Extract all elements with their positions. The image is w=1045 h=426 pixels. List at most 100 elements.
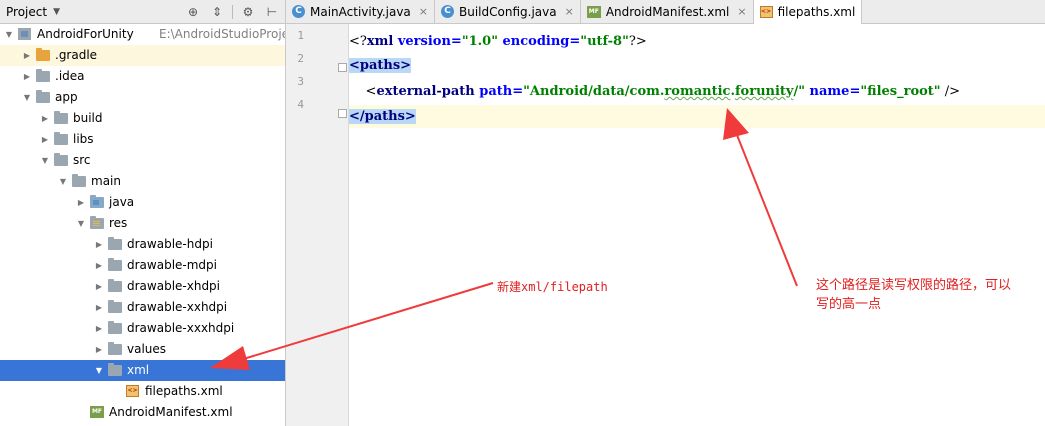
project-panel: Project ▼ ⊕ ⇕ ⚙ ⊢ ▼ AndroidForUnity E:\And… [0, 0, 286, 426]
tree-item-label: filepaths.xml [145, 384, 223, 398]
tree-item-gradle[interactable]: ▶ .gradle [0, 45, 285, 66]
tab-filepaths[interactable]: <> filepaths.xml [753, 0, 863, 24]
tree-item-label: xml [127, 363, 150, 377]
close-icon[interactable]: × [565, 5, 574, 18]
tree-item-label: AndroidForUnity [37, 27, 134, 41]
code-editor[interactable]: <?xml version="1.0" encoding="utf-8"?> <… [349, 24, 1045, 426]
close-icon[interactable]: × [737, 5, 746, 18]
expand-right-icon[interactable]: ▶ [94, 255, 104, 276]
expand-right-icon[interactable]: ▶ [22, 66, 32, 87]
tree-item-label: .gradle [55, 48, 98, 62]
line-number: 4 [297, 98, 304, 111]
tree-item-java[interactable]: ▶ java [0, 192, 285, 213]
folder-icon [108, 342, 122, 355]
code-token: <? [349, 34, 367, 49]
manifest-icon: MF [586, 5, 601, 18]
project-header: Project ▼ ⊕ ⇕ ⚙ ⊢ [0, 0, 285, 24]
gear-icon[interactable]: ⚙ [239, 3, 257, 21]
code-token: "Android/data/com. [523, 84, 665, 99]
tree-item-drawable-hdpi[interactable]: ▶ drawable-hdpi [0, 234, 285, 255]
tab-label: AndroidManifest.xml [605, 4, 730, 19]
tab-androidmanifest[interactable]: MF AndroidManifest.xml × [581, 0, 754, 23]
tree-item-values[interactable]: ▶ values [0, 339, 285, 360]
collapse-all-icon[interactable]: ⇕ [208, 3, 226, 21]
tree-item-label: drawable-mdpi [127, 258, 217, 272]
tree-item-filepaths-xml[interactable]: <> filepaths.xml [0, 381, 285, 402]
code-token: "files_root" [860, 84, 941, 99]
tab-mainactivity[interactable]: C MainActivity.java × [286, 0, 435, 23]
line-number: 3 [297, 75, 304, 88]
code-token: romantic [664, 84, 731, 99]
close-icon[interactable]: × [419, 5, 428, 18]
tree-item-label: AndroidManifest.xml [109, 405, 233, 419]
expand-right-icon[interactable]: ▶ [94, 234, 104, 255]
tree-item-label: .idea [55, 69, 85, 83]
code-token: forunity [734, 84, 794, 99]
expand-down-icon[interactable]: ▼ [4, 24, 14, 45]
expand-down-icon[interactable]: ▼ [22, 87, 32, 108]
expand-down-icon[interactable]: ▼ [58, 171, 68, 192]
fold-marker-icon[interactable] [338, 109, 347, 118]
code-line-2: <paths> [349, 54, 1045, 77]
tab-buildconfig[interactable]: C BuildConfig.java × [435, 0, 581, 23]
folder-icon [54, 111, 68, 124]
tab-label: BuildConfig.java [459, 4, 557, 19]
editor-tab-bar: C MainActivity.java × C BuildConfig.java… [286, 0, 1045, 24]
tree-item-drawable-xxhdpi[interactable]: ▶ drawable-xxhdpi [0, 297, 285, 318]
expand-right-icon[interactable]: ▶ [94, 339, 104, 360]
code-token: ?> [628, 34, 647, 49]
expand-down-icon[interactable]: ▼ [94, 360, 104, 381]
expand-right-icon[interactable]: ▶ [94, 318, 104, 339]
tree-item-build[interactable]: ▶ build [0, 108, 285, 129]
expand-right-icon[interactable]: ▶ [94, 297, 104, 318]
tree-item-app[interactable]: ▼ app [0, 87, 285, 108]
manifest-file-icon: MF [90, 406, 104, 418]
hide-panel-icon[interactable]: ⊢ [263, 3, 281, 21]
locate-icon[interactable]: ⊕ [184, 3, 202, 21]
expand-down-icon[interactable]: ▼ [40, 150, 50, 171]
tree-item-label: libs [73, 132, 94, 146]
line-number: 2 [297, 52, 304, 65]
project-view-selector[interactable]: Project [6, 5, 47, 19]
annotation-left: 新建xml/filepath [497, 280, 608, 294]
tree-item-label: res [109, 216, 128, 230]
tree-item-main[interactable]: ▼ main [0, 171, 285, 192]
source-folder-icon [90, 195, 104, 208]
code-token: <paths> [349, 58, 412, 73]
expand-down-icon[interactable]: ▼ [76, 213, 86, 234]
tree-item-androidforunity[interactable]: ▼ AndroidForUnity E:\AndroidStudioProjects… [0, 24, 285, 45]
folder-icon [36, 48, 50, 61]
expand-right-icon[interactable]: ▶ [40, 129, 50, 150]
tree-item-drawable-xhdpi[interactable]: ▶ drawable-xhdpi [0, 276, 285, 297]
tree-item-drawable-mdpi[interactable]: ▶ drawable-mdpi [0, 255, 285, 276]
tree-item-drawable-xxxhdpi[interactable]: ▶ drawable-xxxhdpi [0, 318, 285, 339]
annotation-right-line: 这个路径是读写权限的路径，可以 [816, 278, 1012, 293]
tree-item-label: app [55, 90, 78, 104]
expand-right-icon[interactable]: ▶ [40, 108, 50, 129]
tree-item-src[interactable]: ▼ src [0, 150, 285, 171]
expand-right-icon[interactable]: ▶ [76, 192, 86, 213]
tree-item-res[interactable]: ▼ res [0, 213, 285, 234]
tab-label: filepaths.xml [777, 5, 856, 19]
tree-item-label: java [109, 195, 135, 209]
expand-right-icon[interactable]: ▶ [94, 276, 104, 297]
code-token: "utf-8" [580, 34, 629, 49]
code-line-1: <?xml version="1.0" encoding="utf-8"?> [349, 30, 1045, 53]
tree-item-idea[interactable]: ▶ .idea [0, 66, 285, 87]
class-icon: C [441, 5, 454, 18]
tree-item-xml[interactable]: ▼ xml [0, 360, 285, 381]
folder-icon [54, 132, 68, 145]
expand-right-icon[interactable]: ▶ [22, 45, 32, 66]
project-path: E:\AndroidStudioProjects\Ar [159, 27, 285, 41]
tree-item-libs[interactable]: ▶ libs [0, 129, 285, 150]
tree-item-label: values [127, 342, 167, 356]
chevron-down-icon[interactable]: ▼ [53, 7, 60, 17]
fold-marker-icon[interactable] [338, 63, 347, 72]
xml-file-icon: <> [126, 385, 140, 397]
code-token: path= [474, 84, 524, 99]
tab-label: MainActivity.java [310, 4, 411, 19]
tree-item-label: build [73, 111, 103, 125]
tree-item-androidmanifest-xml[interactable]: MF AndroidManifest.xml [0, 402, 285, 423]
project-tree: ▼ AndroidForUnity E:\AndroidStudioProjects… [0, 24, 285, 423]
